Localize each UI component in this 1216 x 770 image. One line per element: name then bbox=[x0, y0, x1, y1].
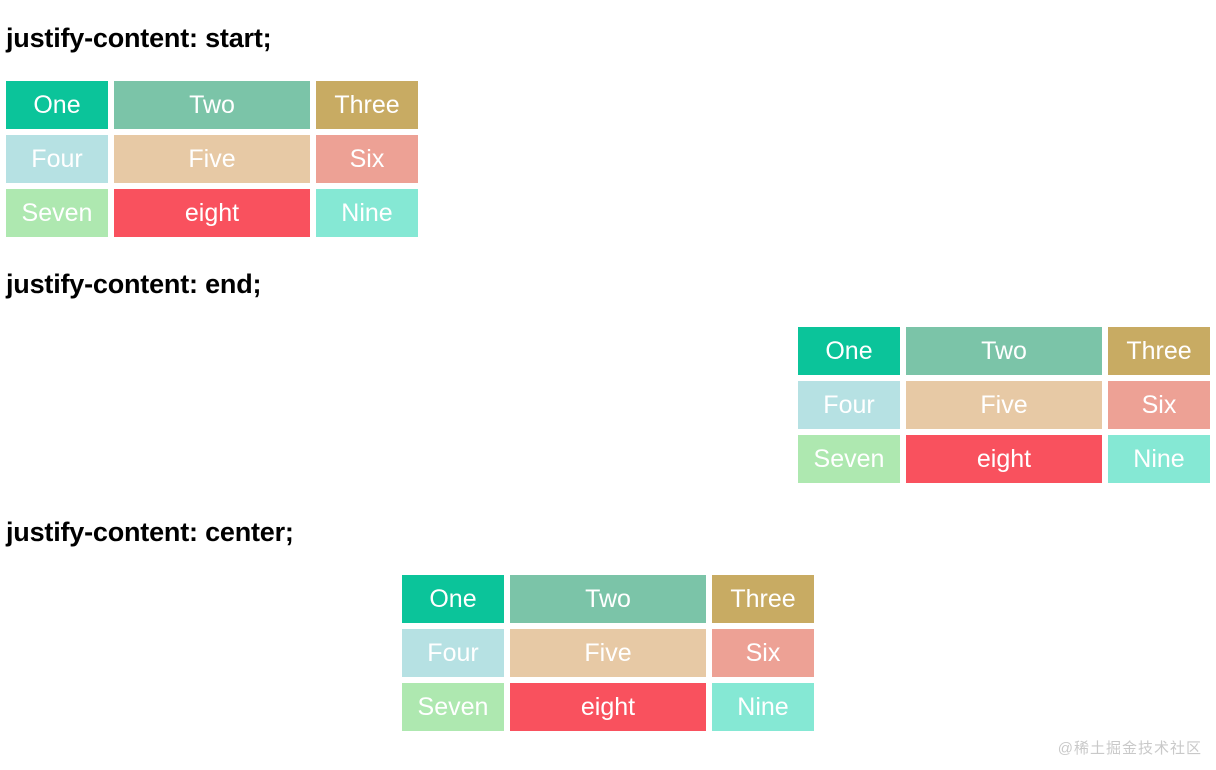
grid-cell-five: Five bbox=[114, 135, 310, 183]
grid-cell-two: Two bbox=[114, 81, 310, 129]
grid-cell-four: Four bbox=[6, 135, 108, 183]
grid-cell-eight: eight bbox=[114, 189, 310, 237]
grid-cell-two: Two bbox=[906, 327, 1102, 375]
demo-grid-center: One Two Three Four Five Six Seven eight … bbox=[402, 575, 814, 731]
grid-cell-four: Four bbox=[798, 381, 900, 429]
grid-cell-eight: eight bbox=[906, 435, 1102, 483]
grid-cell-two: Two bbox=[510, 575, 706, 623]
grid-cell-three: Three bbox=[1108, 327, 1210, 375]
section-heading-end: justify-content: end; bbox=[6, 269, 262, 299]
grid-cell-nine: Nine bbox=[712, 683, 814, 731]
grid-cell-three: Three bbox=[316, 81, 418, 129]
grid-cell-eight: eight bbox=[510, 683, 706, 731]
page-root: justify-content: start; One Two Three Fo… bbox=[0, 0, 1216, 770]
section-justify-end: justify-content: end; One Two Three Four… bbox=[6, 237, 1210, 483]
section-heading-center: justify-content: center; bbox=[6, 517, 294, 547]
section-justify-center: justify-content: center; One Two Three F… bbox=[6, 483, 1210, 731]
grid-cell-six: Six bbox=[712, 629, 814, 677]
grid-cell-four: Four bbox=[402, 629, 504, 677]
site-watermark: @稀土掘金技术社区 bbox=[1057, 740, 1202, 757]
demo-grid-start: One Two Three Four Five Six Seven eight … bbox=[6, 81, 418, 237]
section-heading-start: justify-content: start; bbox=[6, 23, 272, 53]
grid-cell-one: One bbox=[798, 327, 900, 375]
grid-cell-nine: Nine bbox=[316, 189, 418, 237]
grid-cell-seven: Seven bbox=[402, 683, 504, 731]
grid-cell-five: Five bbox=[510, 629, 706, 677]
grid-cell-six: Six bbox=[316, 135, 418, 183]
grid-cell-seven: Seven bbox=[798, 435, 900, 483]
grid-cell-nine: Nine bbox=[1108, 435, 1210, 483]
section-justify-start: justify-content: start; One Two Three Fo… bbox=[6, 0, 1210, 237]
grid-cell-seven: Seven bbox=[6, 189, 108, 237]
grid-cell-one: One bbox=[6, 81, 108, 129]
grid-cell-three: Three bbox=[712, 575, 814, 623]
grid-cell-one: One bbox=[402, 575, 504, 623]
grid-cell-five: Five bbox=[906, 381, 1102, 429]
demo-grid-end: One Two Three Four Five Six Seven eight … bbox=[798, 327, 1210, 483]
grid-cell-six: Six bbox=[1108, 381, 1210, 429]
